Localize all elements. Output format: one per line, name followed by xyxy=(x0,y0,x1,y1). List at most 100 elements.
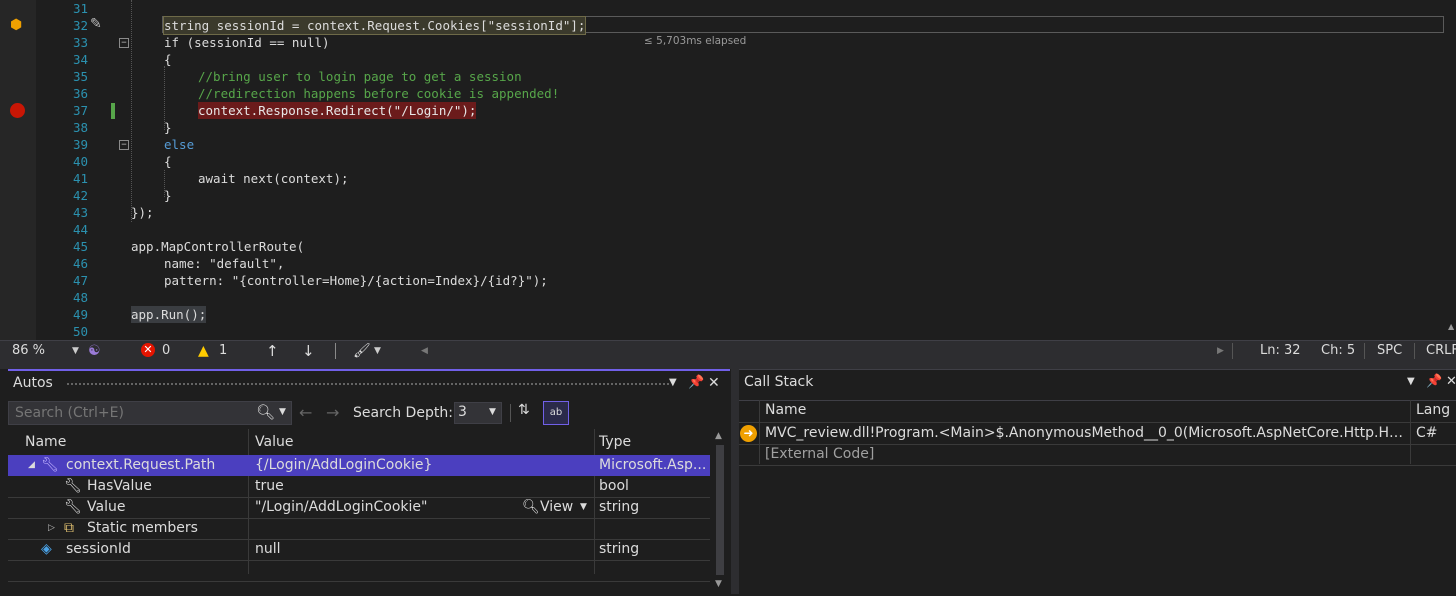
chevron-down-icon: ▼ xyxy=(489,407,496,417)
search-input[interactable] xyxy=(13,404,252,422)
intellicode-icon[interactable]: ☯ xyxy=(88,341,101,361)
search-icon[interactable]: 🔍︎ xyxy=(256,403,275,421)
line-number: 48 xyxy=(72,290,88,305)
splitter[interactable] xyxy=(0,362,1456,369)
column-header-name[interactable]: Name xyxy=(765,402,806,418)
code-line[interactable]: 49 app.Run(); xyxy=(0,306,1448,323)
pinned-filter-icon[interactable]: ⇅ xyxy=(518,402,530,418)
view-visualizer-button[interactable]: View xyxy=(540,497,573,518)
column-indicator[interactable]: Ch: 5 xyxy=(1321,341,1355,361)
variable-name[interactable]: Static members xyxy=(87,518,247,539)
stack-frame[interactable]: MVC_review.dll!Program.<Main>$.Anonymous… xyxy=(765,423,1407,444)
search-depth-value: 3 xyxy=(458,404,467,420)
variable-name[interactable]: HasValue xyxy=(87,476,247,497)
scroll-left-icon[interactable]: ◀ xyxy=(421,341,428,361)
column-header-name[interactable]: Name xyxy=(25,434,66,450)
line-number: 44 xyxy=(72,222,88,237)
panel-splitter[interactable] xyxy=(731,369,739,594)
column-header-value[interactable]: Value xyxy=(255,434,293,450)
code-line[interactable]: 44 xyxy=(0,221,1448,238)
window-position-dropdown-icon[interactable]: ▼ xyxy=(1407,376,1415,387)
zoom-dropdown-icon[interactable]: ▼ xyxy=(72,341,79,361)
search-back-icon[interactable]: ← xyxy=(299,403,312,422)
expand-collapse-icon[interactable]: ◢ xyxy=(28,455,35,476)
code-text: { xyxy=(164,52,172,67)
variable-type: string xyxy=(599,541,640,557)
code-text: context.Response.Redirect("/Login/"); xyxy=(198,102,477,119)
previous-issue-icon[interactable]: ↑ xyxy=(266,341,279,361)
code-line[interactable]: 35 //bring user to login page to get a s… xyxy=(0,68,1448,85)
line-number: 34 xyxy=(72,52,88,67)
code-line[interactable]: 36 //redirection happens before cookie i… xyxy=(0,85,1448,102)
line-ending-indicator[interactable]: CRLF xyxy=(1426,341,1456,361)
expand-icon[interactable]: ▷ xyxy=(48,518,55,539)
code-line[interactable]: 33 − if (sessionId == null) xyxy=(0,34,1448,51)
line-indicator[interactable]: Ln: 32 xyxy=(1260,341,1301,361)
next-issue-icon[interactable]: ↓ xyxy=(302,341,315,361)
column-header-language[interactable]: Lang xyxy=(1416,402,1450,418)
magnifier-icon[interactable]: 🔍︎ xyxy=(522,497,540,518)
collapse-icon[interactable]: − xyxy=(119,140,129,150)
code-line[interactable]: 31 xyxy=(0,0,1448,17)
variable-name[interactable]: context.Request.Path xyxy=(66,455,246,476)
window-position-dropdown-icon[interactable]: ▼ xyxy=(669,377,677,388)
pin-icon[interactable]: 📌 xyxy=(1426,374,1442,389)
code-line[interactable]: 45 app.MapControllerRoute( xyxy=(0,238,1448,255)
variable-value[interactable]: "/Login/AddLoginCookie" xyxy=(255,497,515,518)
line-number: 42 xyxy=(72,188,88,203)
line-number: 37 xyxy=(72,103,88,118)
code-cleanup-dropdown-icon[interactable]: ▼ xyxy=(374,341,381,361)
code-line[interactable]: 48 xyxy=(0,289,1448,306)
search-depth-select[interactable]: 3 ▼ xyxy=(454,402,502,424)
warning-count[interactable]: 1 xyxy=(219,341,227,361)
code-cleanup-icon[interactable]: 🖌 xyxy=(353,341,371,361)
code-line[interactable]: 46 name: "default", xyxy=(0,255,1448,272)
variable-name[interactable]: sessionId xyxy=(66,539,246,560)
code-line[interactable]: 41 await next(context); xyxy=(0,170,1448,187)
search-forward-icon[interactable]: → xyxy=(326,403,339,422)
code-line[interactable]: 34 { xyxy=(0,51,1448,68)
code-line[interactable]: 43 }); xyxy=(0,204,1448,221)
stack-frame-external[interactable]: [External Code] xyxy=(765,444,1407,465)
line-number: 32 xyxy=(72,18,88,33)
warning-icon[interactable]: ▲ xyxy=(198,341,209,361)
error-icon[interactable]: ✕ xyxy=(141,343,155,357)
column-header-type[interactable]: Type xyxy=(599,434,631,450)
code-line[interactable]: 38 } xyxy=(0,119,1448,136)
current-frame-arrow-icon: ➜ xyxy=(740,425,757,442)
close-icon[interactable]: ✕ xyxy=(708,375,720,391)
code-line[interactable]: 39 − else xyxy=(0,136,1448,153)
autos-scrollbar[interactable]: ▲ ▼ xyxy=(712,429,728,594)
search-options-dropdown-icon[interactable]: ▼ xyxy=(279,407,286,417)
pin-icon[interactable]: 📌 xyxy=(688,375,704,390)
code-editor[interactable]: 31 ⬢ ✎ 32 string sessionId = context.Req… xyxy=(0,0,1456,340)
editor-vertical-scrollbar[interactable]: ▲ xyxy=(1448,0,1456,340)
zoom-level[interactable]: 86 % xyxy=(12,341,45,361)
error-count[interactable]: 0 xyxy=(162,341,170,361)
collapse-icon[interactable]: − xyxy=(119,38,129,48)
code-line[interactable]: 40 { xyxy=(0,153,1448,170)
wrench-property-icon: 🔧︎ xyxy=(41,457,59,473)
view-as-text-icon[interactable]: ab xyxy=(543,401,569,425)
variable-name[interactable]: Value xyxy=(87,497,247,518)
search-box[interactable]: 🔍︎ ▼ xyxy=(8,401,292,425)
close-icon[interactable]: ✕ xyxy=(1446,374,1456,389)
code-line[interactable]: 42 } xyxy=(0,187,1448,204)
variable-value[interactable]: null xyxy=(255,539,590,560)
whitespace-indicator[interactable]: SPC xyxy=(1377,341,1402,361)
code-line-current[interactable]: ⬢ ✎ 32 string sessionId = context.Reques… xyxy=(0,16,1448,47)
separator xyxy=(1364,343,1365,359)
code-line[interactable]: 50 xyxy=(0,323,1448,340)
wrench-property-icon: 🔧︎ xyxy=(64,499,82,515)
code-line[interactable]: 47 pattern: "{controller=Home}/{action=I… xyxy=(0,272,1448,289)
scroll-right-icon[interactable]: ▶ xyxy=(1217,341,1224,361)
pin-icon[interactable]: ✎ xyxy=(90,16,102,32)
stack-frame-language: C# xyxy=(1416,425,1438,441)
separator xyxy=(510,404,511,422)
code-line-breakpoint[interactable]: 37 context.Response.Redirect("/Login/"); xyxy=(0,102,1448,119)
visualizer-dropdown-icon[interactable]: ▼ xyxy=(580,497,587,518)
variable-type: Microsoft.Asp... xyxy=(599,457,707,473)
variable-value[interactable]: {/Login/AddLoginCookie} xyxy=(255,455,590,476)
breakpoint-icon[interactable] xyxy=(10,103,25,118)
variable-value[interactable]: true xyxy=(255,476,590,497)
